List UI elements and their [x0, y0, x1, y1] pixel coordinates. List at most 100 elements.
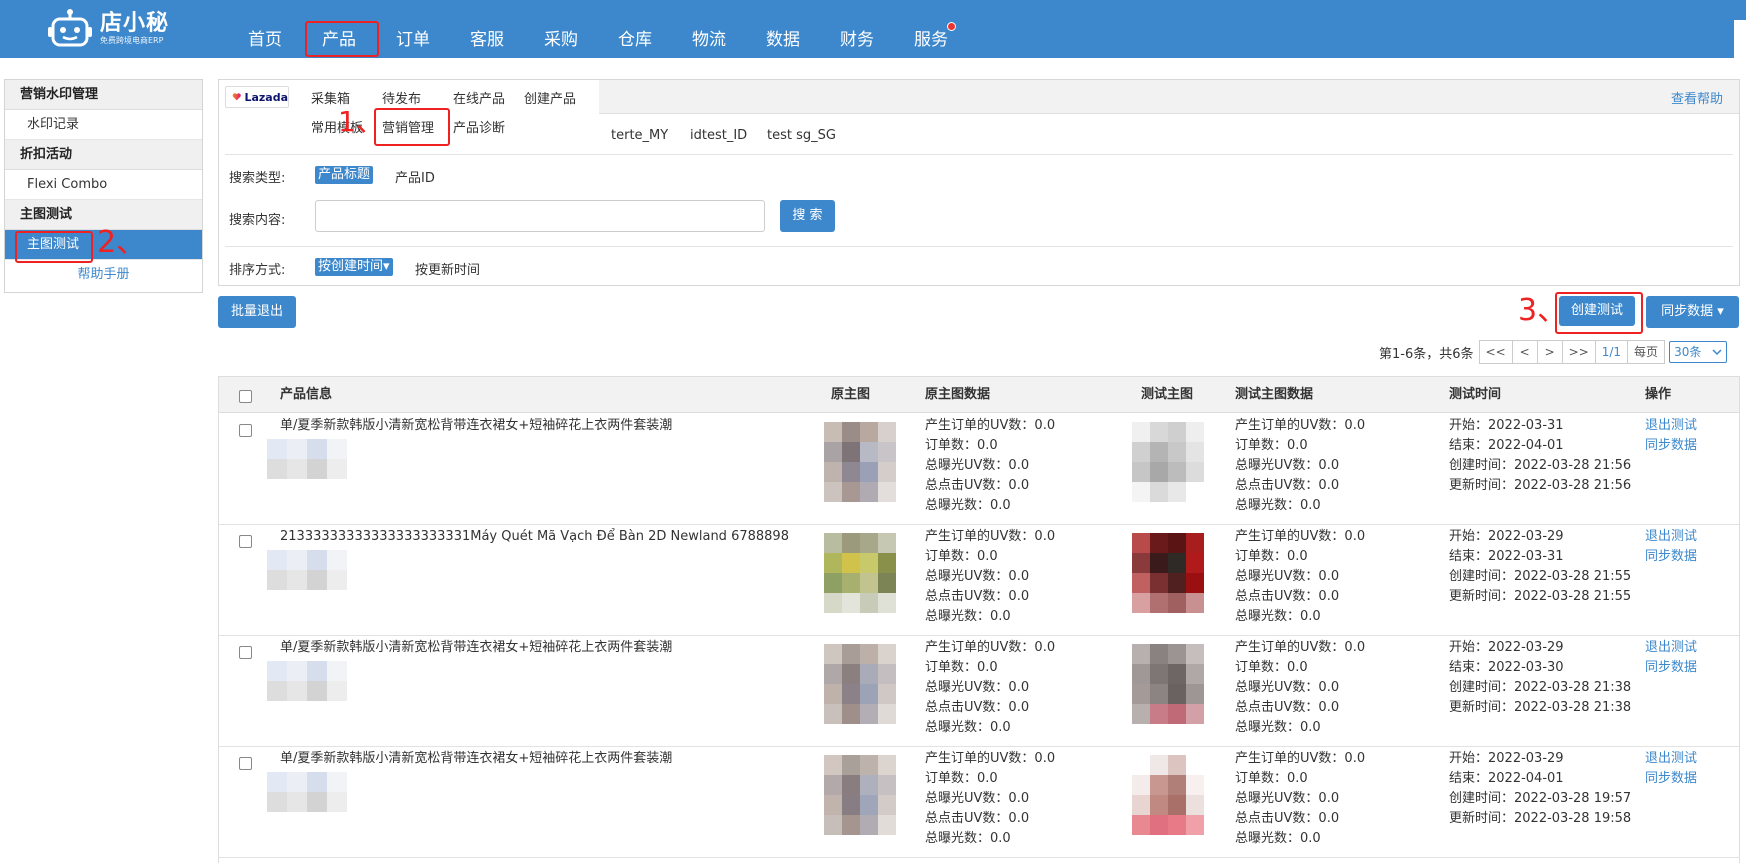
original-main-image[interactable] — [824, 644, 896, 724]
select-all-checkbox[interactable] — [239, 390, 252, 403]
sync-data-link[interactable]: 同步数据 — [1645, 769, 1697, 789]
mosaic-tile — [842, 442, 860, 462]
page-prev-button[interactable]: < — [1511, 340, 1538, 364]
create-test-button[interactable]: 创建测试 — [1555, 292, 1643, 334]
view-help-link[interactable]: 查看帮助 — [1671, 88, 1723, 107]
product-title[interactable]: 单/夏季新款韩版小清新宽松背带连衣裙女+短袖碎花上衣两件套装潮 — [280, 416, 672, 436]
subnav-product-diagnosis[interactable]: 产品诊断 — [453, 117, 505, 136]
search-type-title-option[interactable]: 产品标题 — [315, 166, 374, 184]
lazada-platform-badge[interactable]: Lazada — [225, 86, 289, 108]
sync-data-link[interactable]: 同步数据 — [1645, 436, 1697, 456]
exit-test-link[interactable]: 退出测试 — [1645, 416, 1697, 436]
sync-data-dropdown-button[interactable]: 同步数据 ▾ — [1646, 296, 1739, 328]
metric-line: 产生订单的UV数：0.0 — [1235, 416, 1365, 436]
metric-label: 总点击UV数： — [1235, 700, 1319, 715]
search-type-label: 搜索类型: — [229, 171, 286, 186]
brand-logo[interactable]: 店小秘 免费跨境电商ERP — [48, 6, 169, 52]
sort-by-updated-option[interactable]: 按更新时间 — [415, 259, 480, 278]
product-title[interactable]: 单/夏季新款韩版小清新宽松背带连衣裙女+短袖碎花上衣两件套装潮 — [280, 749, 672, 769]
row-checkbox[interactable] — [239, 535, 252, 548]
product-title[interactable]: 单/夏季新款韩版小清新宽松背带连衣裙女+短袖碎花上衣两件套装潮 — [280, 638, 672, 658]
search-type-id-option[interactable]: 产品ID — [395, 167, 435, 186]
time-value: 2022-03-31 — [1488, 418, 1564, 433]
test-main-image[interactable] — [1132, 644, 1204, 724]
nav-product[interactable]: 产品 — [302, 0, 379, 58]
shop-tab-terte-my[interactable]: terte_MY — [611, 128, 668, 143]
time-label: 创建时间： — [1449, 569, 1515, 584]
nav-warehouse[interactable]: 仓库 — [598, 0, 672, 58]
mosaic-tile — [1150, 664, 1168, 684]
nav-data[interactable]: 数据 — [746, 0, 820, 58]
exit-test-link[interactable]: 退出测试 — [1645, 527, 1697, 547]
nav-customer-service[interactable]: 客服 — [450, 0, 524, 58]
metric-value: 0.0 — [1318, 478, 1340, 493]
blur-tile — [287, 772, 307, 792]
product-title[interactable]: 21333333333333333333331Máy Quét Mã Vạch … — [280, 527, 789, 547]
sidebar-item-flexi-combo[interactable]: Flexi Combo — [5, 170, 202, 200]
topbar-edge — [1734, 20, 1746, 58]
blur-tile — [327, 792, 347, 812]
original-main-image[interactable] — [824, 533, 896, 613]
metric-line: 总曝光数：0.0 — [925, 496, 1055, 516]
subnav-marketing-management[interactable]: 营销管理 — [373, 108, 451, 146]
search-content-label: 搜索内容: — [229, 213, 286, 228]
nav-services[interactable]: 服务 — [894, 0, 968, 58]
page-last-button[interactable]: >> — [1561, 340, 1596, 364]
row-checkbox[interactable] — [239, 757, 252, 770]
time-label: 创建时间： — [1449, 680, 1515, 695]
original-main-image[interactable] — [824, 422, 896, 502]
original-main-image[interactable] — [824, 755, 896, 835]
nav-orders[interactable]: 订单 — [376, 0, 450, 58]
metric-value: 0.0 — [1318, 569, 1340, 584]
row-checkbox[interactable] — [239, 646, 252, 659]
blur-tile — [287, 661, 307, 681]
test-main-image[interactable] — [1132, 533, 1204, 613]
mosaic-tile — [842, 644, 860, 664]
filter-divider — [225, 246, 1733, 247]
metric-value: 0.0 — [977, 438, 998, 453]
nav-finance[interactable]: 财务 — [820, 0, 894, 58]
mosaic-tile — [824, 795, 842, 815]
sync-data-link[interactable]: 同步数据 — [1645, 547, 1697, 567]
time-label: 开始： — [1449, 751, 1489, 766]
time-label: 开始： — [1449, 529, 1489, 544]
per-page-select[interactable]: 30条 — [1669, 341, 1728, 363]
blur-tile — [307, 459, 327, 479]
test-main-image[interactable] — [1132, 755, 1204, 835]
metric-line: 总曝光UV数：0.0 — [925, 678, 1055, 698]
mosaic-tile — [824, 553, 842, 573]
metric-value: 0.0 — [977, 771, 998, 786]
subnav-online-products[interactable]: 在线产品 — [453, 88, 505, 107]
subnav-pending-publish[interactable]: 待发布 — [382, 88, 421, 107]
metric-label: 订单数： — [1235, 549, 1288, 564]
metric-value: 0.0 — [1034, 751, 1056, 766]
batch-exit-button[interactable]: 批量退出 — [218, 296, 296, 328]
time-value: 2022-03-28 21:55 — [1514, 569, 1632, 584]
nav-purchasing[interactable]: 采购 — [524, 0, 598, 58]
sync-data-link[interactable]: 同步数据 — [1645, 658, 1697, 678]
row-checkbox[interactable] — [239, 424, 252, 437]
search-button[interactable]: 搜 索 — [780, 200, 835, 232]
shop-tab-test-sg[interactable]: test sg_SG — [767, 128, 836, 143]
chevron-down-icon — [1712, 349, 1722, 356]
metric-label: 订单数： — [925, 660, 978, 675]
mosaic-tile — [878, 462, 896, 482]
subnav-create-product[interactable]: 创建产品 — [524, 88, 576, 107]
nav-logistics[interactable]: 物流 — [672, 0, 746, 58]
page-first-button[interactable]: << — [1478, 340, 1513, 364]
nav-home[interactable]: 首页 — [228, 0, 302, 58]
metric-value: 0.0 — [1034, 529, 1056, 544]
test-main-image[interactable] — [1132, 422, 1204, 502]
mosaic-tile — [824, 422, 842, 442]
mosaic-tile — [1132, 644, 1150, 664]
shop-tab-idtest-id[interactable]: idtest_ID — [690, 128, 747, 143]
metric-line: 总曝光UV数：0.0 — [925, 567, 1055, 587]
exit-test-link[interactable]: 退出测试 — [1645, 749, 1697, 769]
help-manual-link[interactable]: 帮助手册 — [5, 260, 202, 290]
mosaic-tile — [842, 664, 860, 684]
exit-test-link[interactable]: 退出测试 — [1645, 638, 1697, 658]
sidebar-item-watermark-records[interactable]: 水印记录 — [5, 110, 202, 140]
page-next-button[interactable]: > — [1536, 340, 1563, 364]
sort-by-created-option[interactable]: 按创建时间▾ — [315, 258, 393, 276]
search-input[interactable] — [315, 200, 765, 232]
